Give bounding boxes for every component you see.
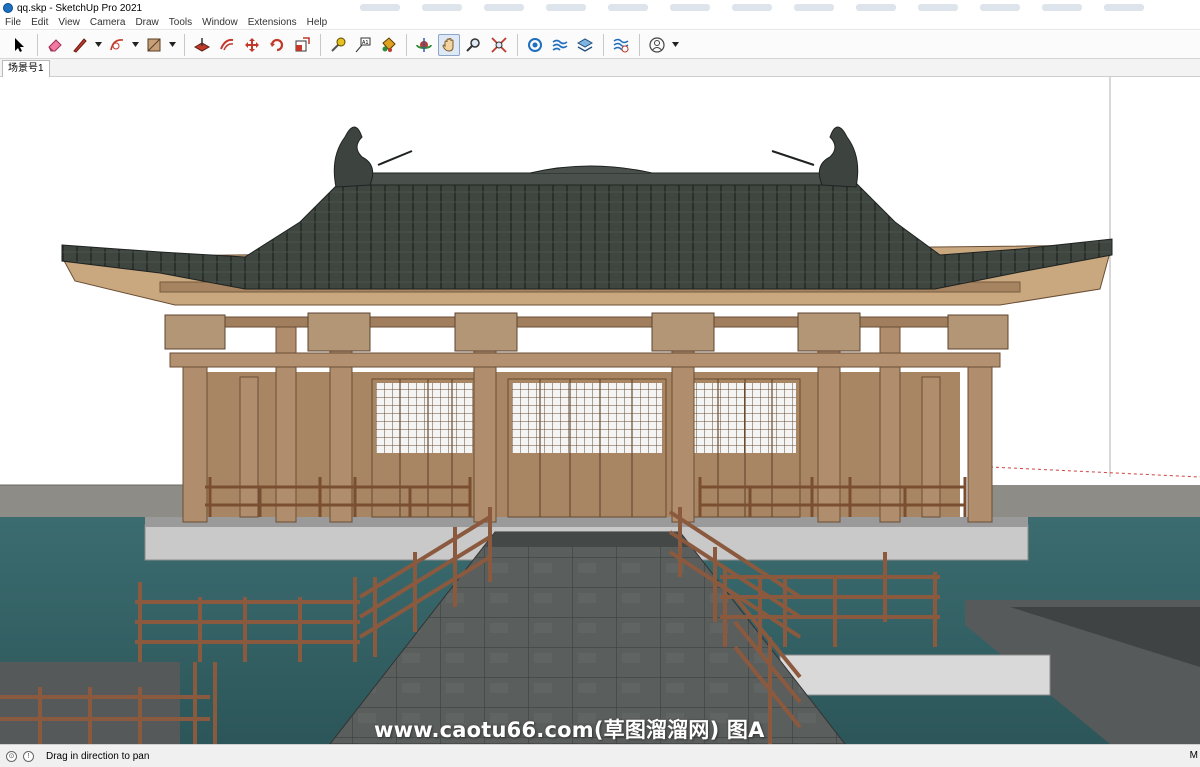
status-bar: ⊙ ! Drag in direction to pan M bbox=[0, 744, 1200, 767]
scene-tab-1[interactable]: 场景号1 bbox=[2, 60, 50, 77]
title-bar: qq.skp - SketchUp Pro 2021 bbox=[0, 0, 1200, 16]
text-tool-icon[interactable]: A1 bbox=[352, 34, 374, 56]
line-tool-icon[interactable] bbox=[69, 34, 91, 56]
toolbar-separator bbox=[639, 33, 640, 56]
model-viewport[interactable]: www.caotu66.com(草图溜溜网) 图A bbox=[0, 77, 1200, 744]
toolbar-separator bbox=[603, 33, 604, 56]
3d-warehouse-icon[interactable] bbox=[524, 34, 546, 56]
menu-tools[interactable]: Tools bbox=[164, 16, 197, 30]
menu-edit[interactable]: Edit bbox=[26, 16, 53, 30]
toolbar-separator bbox=[37, 33, 38, 56]
zoom-extents-tool-icon[interactable] bbox=[488, 34, 510, 56]
arc-tool-icon[interactable] bbox=[106, 34, 128, 56]
svg-text:A1: A1 bbox=[362, 40, 369, 46]
menu-bar: File Edit View Camera Draw Tools Window … bbox=[0, 16, 1200, 30]
status-message: Drag in direction to pan bbox=[46, 750, 150, 762]
zoom-tool-icon[interactable] bbox=[463, 34, 485, 56]
toolbar-separator bbox=[406, 33, 407, 56]
sketchup-app-icon bbox=[3, 3, 13, 13]
main-toolbar: A1 bbox=[0, 31, 1200, 59]
toolbar-separator bbox=[184, 33, 185, 56]
menu-help[interactable]: Help bbox=[302, 16, 333, 30]
tape-measure-tool-icon[interactable] bbox=[327, 34, 349, 56]
instructor-info-icon[interactable]: ! bbox=[23, 750, 34, 762]
pan-tool-icon[interactable] bbox=[438, 33, 460, 56]
account-dropdown-chevron-icon[interactable] bbox=[671, 34, 679, 56]
menu-window[interactable]: Window bbox=[197, 16, 243, 30]
extension-warehouse-icon[interactable] bbox=[549, 34, 571, 56]
sketchup-window: qq.skp - SketchUp Pro 2021 File Edit Vie… bbox=[0, 0, 1200, 767]
layout-icon[interactable] bbox=[574, 34, 596, 56]
push-pull-tool-icon[interactable] bbox=[191, 34, 213, 56]
orbit-tool-icon[interactable] bbox=[413, 34, 435, 56]
account-icon[interactable] bbox=[646, 34, 668, 56]
toolbar-separator bbox=[517, 33, 518, 56]
select-tool-icon[interactable] bbox=[8, 34, 30, 56]
rotate-tool-icon[interactable] bbox=[266, 34, 288, 56]
scale-tool-icon[interactable] bbox=[291, 34, 313, 56]
paint-bucket-tool-icon[interactable] bbox=[377, 34, 399, 56]
move-tool-icon[interactable] bbox=[241, 34, 263, 56]
toolbar-separator bbox=[320, 33, 321, 56]
lattice-doors bbox=[371, 378, 801, 518]
rectangle-tool-icon[interactable] bbox=[143, 34, 165, 56]
pavilion-model-render bbox=[0, 77, 1200, 744]
arc-tool-dropdown-chevron-icon[interactable] bbox=[131, 34, 139, 56]
title-bar-background bbox=[360, 4, 1190, 12]
menu-extensions[interactable]: Extensions bbox=[243, 16, 302, 30]
offset-tool-icon[interactable] bbox=[216, 34, 238, 56]
menu-file[interactable]: File bbox=[0, 16, 26, 30]
measurements-label: M bbox=[1189, 750, 1198, 761]
watermark-text: www.caotu66.com(草图溜溜网) 图A bbox=[374, 718, 765, 742]
extension-manager-icon[interactable] bbox=[610, 34, 632, 56]
rectangle-tool-dropdown-chevron-icon[interactable] bbox=[168, 34, 176, 56]
menu-view[interactable]: View bbox=[53, 16, 85, 30]
geo-location-icon[interactable]: ⊙ bbox=[6, 750, 17, 762]
scene-tabs-bar: 场景号1 bbox=[0, 59, 1200, 77]
eraser-tool-icon[interactable] bbox=[44, 34, 66, 56]
menu-draw[interactable]: Draw bbox=[130, 16, 163, 30]
menu-camera[interactable]: Camera bbox=[85, 16, 131, 30]
window-title: qq.skp - SketchUp Pro 2021 bbox=[17, 2, 143, 14]
line-tool-dropdown-chevron-icon[interactable] bbox=[94, 34, 102, 56]
